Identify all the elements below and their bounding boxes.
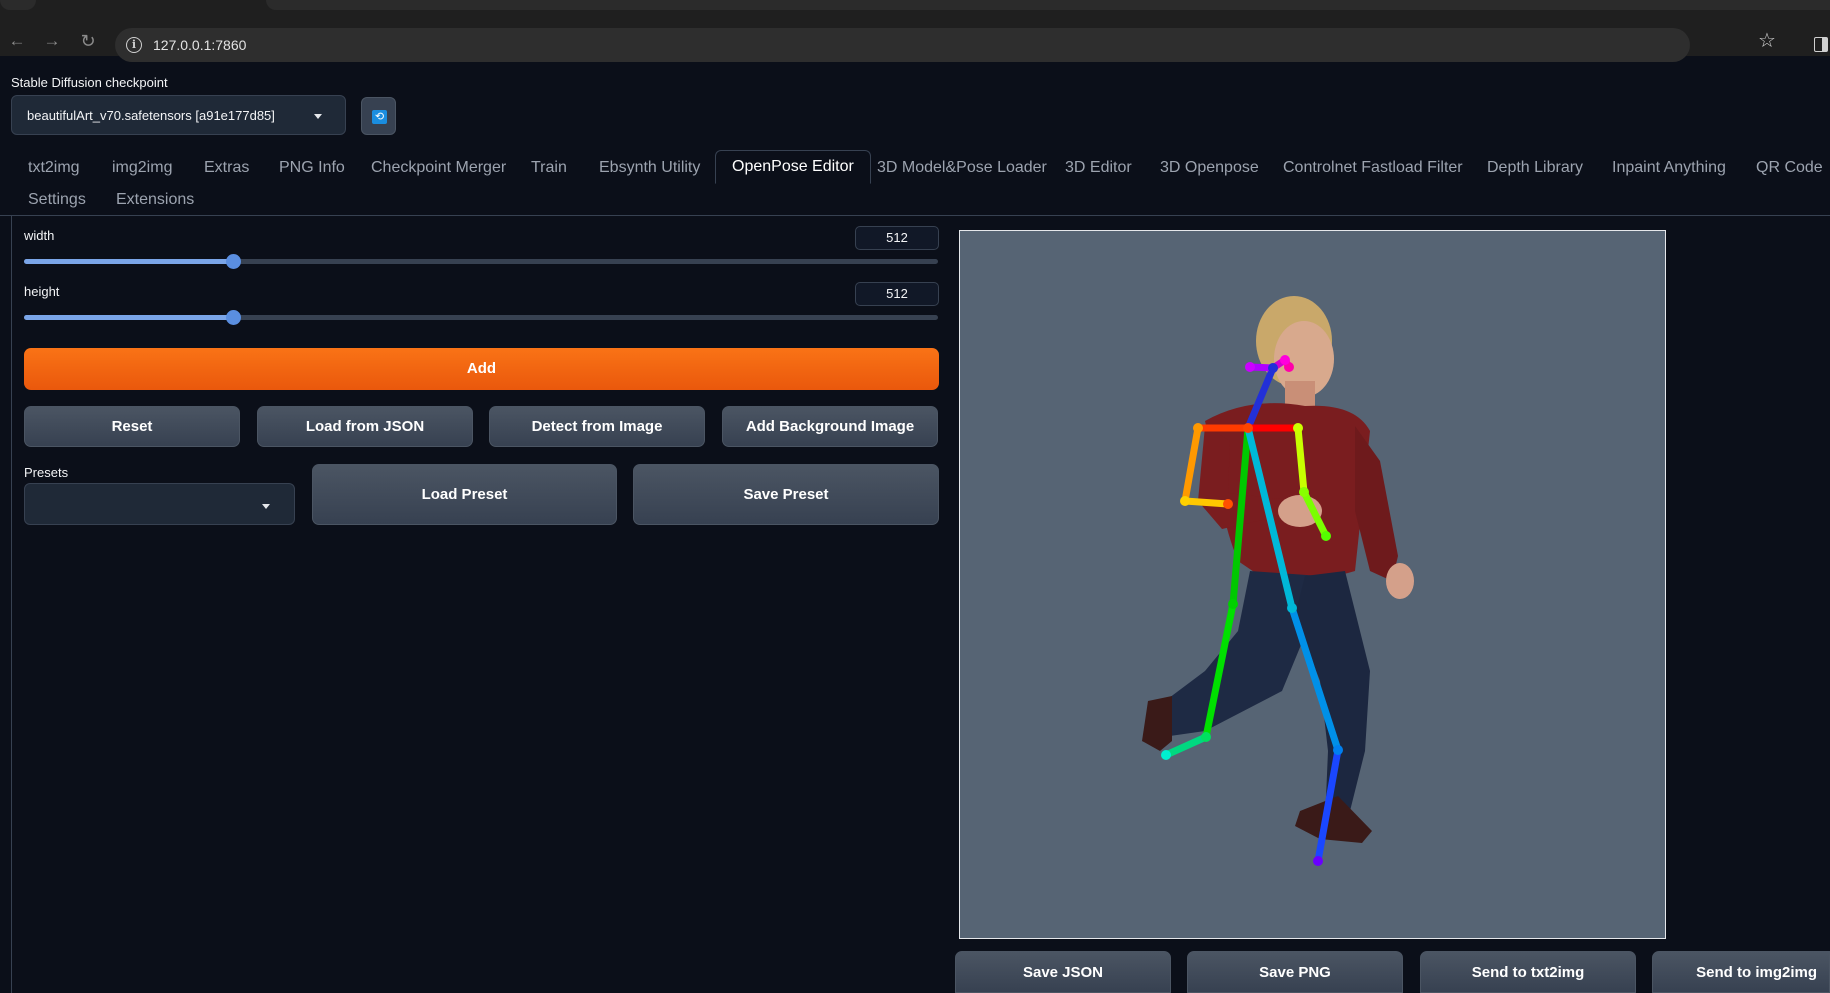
save-json-button[interactable]: Save JSON — [955, 951, 1171, 993]
bookmark-star-icon[interactable]: ☆ — [1758, 31, 1776, 51]
save-png-button[interactable]: Save PNG — [1187, 951, 1403, 993]
chevron-down-icon — [314, 114, 322, 119]
refresh-checkpoint-button[interactable]: ⟲ — [361, 97, 396, 135]
tab-openpose-editor[interactable]: OpenPose Editor — [715, 150, 871, 184]
checkpoint-value: beautifulArt_v70.safetensors [a91e177d85… — [27, 108, 275, 123]
address-bar[interactable]: i 127.0.0.1:7860 — [115, 28, 1690, 62]
save-preset-button[interactable]: Save Preset — [633, 464, 939, 525]
add-button[interactable]: Add — [24, 348, 939, 390]
height-label: height — [24, 284, 60, 299]
presets-label: Presets — [24, 465, 69, 480]
openpose-canvas[interactable] — [959, 230, 1666, 939]
checkpoint-dropdown[interactable]: beautifulArt_v70.safetensors [a91e177d85… — [11, 95, 346, 135]
tab-img2img[interactable]: img2img — [112, 159, 172, 177]
load-preset-button[interactable]: Load Preset — [312, 464, 617, 525]
height-number-input[interactable]: 512 — [855, 282, 939, 306]
tab-3d-model-pose-loader[interactable]: 3D Model&Pose Loader — [877, 159, 1047, 177]
browser-toolbar: ← → ↻ i 127.0.0.1:7860 ☆ — [0, 12, 1830, 62]
chevron-down-icon — [262, 504, 270, 509]
width-slider[interactable] — [24, 254, 938, 269]
tab-inpaint-anything[interactable]: Inpaint Anything — [1612, 159, 1726, 177]
height-slider-thumb[interactable] — [226, 310, 242, 325]
tab-extensions[interactable]: Extensions — [116, 191, 194, 209]
back-arrow-icon[interactable]: ← — [6, 32, 28, 49]
tab-qr-code[interactable]: QR Code — [1756, 159, 1823, 177]
width-slider-fill — [24, 259, 234, 264]
pose-render — [1142, 296, 1414, 866]
reload-icon[interactable]: ↻ — [77, 32, 99, 50]
url-text[interactable]: 127.0.0.1:7860 — [153, 37, 246, 53]
tab-txt2img[interactable]: txt2img — [28, 159, 80, 177]
tab-3d-openpose[interactable]: 3D Openpose — [1160, 159, 1259, 177]
site-info-icon[interactable]: i — [126, 37, 142, 53]
tab-train[interactable]: Train — [531, 159, 567, 177]
panel-border — [11, 216, 12, 993]
character-figure — [1142, 296, 1414, 843]
forward-arrow-icon[interactable]: → — [41, 32, 63, 49]
tab-3d-editor[interactable]: 3D Editor — [1065, 159, 1132, 177]
refresh-icon: ⟲ — [372, 110, 387, 124]
tab-ebsynth-utility[interactable]: Ebsynth Utility — [599, 159, 700, 177]
load-from-json-button[interactable]: Load from JSON — [257, 406, 473, 447]
width-label: width — [24, 228, 55, 243]
send-to-txt2img-button[interactable]: Send to txt2img — [1420, 951, 1636, 993]
tab-controlnet-fastload-filter[interactable]: Controlnet Fastload Filter — [1283, 159, 1463, 177]
height-slider[interactable] — [24, 310, 938, 325]
width-slider-thumb[interactable] — [226, 254, 242, 269]
tab-png-info[interactable]: PNG Info — [279, 159, 345, 177]
checkpoint-label: Stable Diffusion checkpoint — [11, 75, 168, 90]
side-panel-icon[interactable] — [1814, 37, 1828, 52]
presets-dropdown[interactable] — [24, 483, 295, 525]
width-number-input[interactable]: 512 — [855, 226, 939, 250]
detect-from-image-button[interactable]: Detect from Image — [489, 406, 705, 447]
tab-extras[interactable]: Extras — [204, 159, 249, 177]
tab-depth-library[interactable]: Depth Library — [1487, 159, 1583, 177]
add-background-image-button[interactable]: Add Background Image — [722, 406, 938, 447]
browser-tab-active[interactable] — [266, 0, 1830, 10]
send-to-img2img-button[interactable]: Send to img2img — [1652, 951, 1830, 993]
tab-checkpoint-merger[interactable]: Checkpoint Merger — [371, 159, 506, 177]
main-tabs: txt2img img2img Extras PNG Info Checkpoi… — [0, 150, 1830, 216]
tab-settings[interactable]: Settings — [28, 191, 86, 209]
height-slider-fill — [24, 315, 234, 320]
browser-tabstrip — [0, 0, 1830, 12]
reset-button[interactable]: Reset — [24, 406, 240, 447]
browser-tab[interactable] — [0, 0, 36, 10]
